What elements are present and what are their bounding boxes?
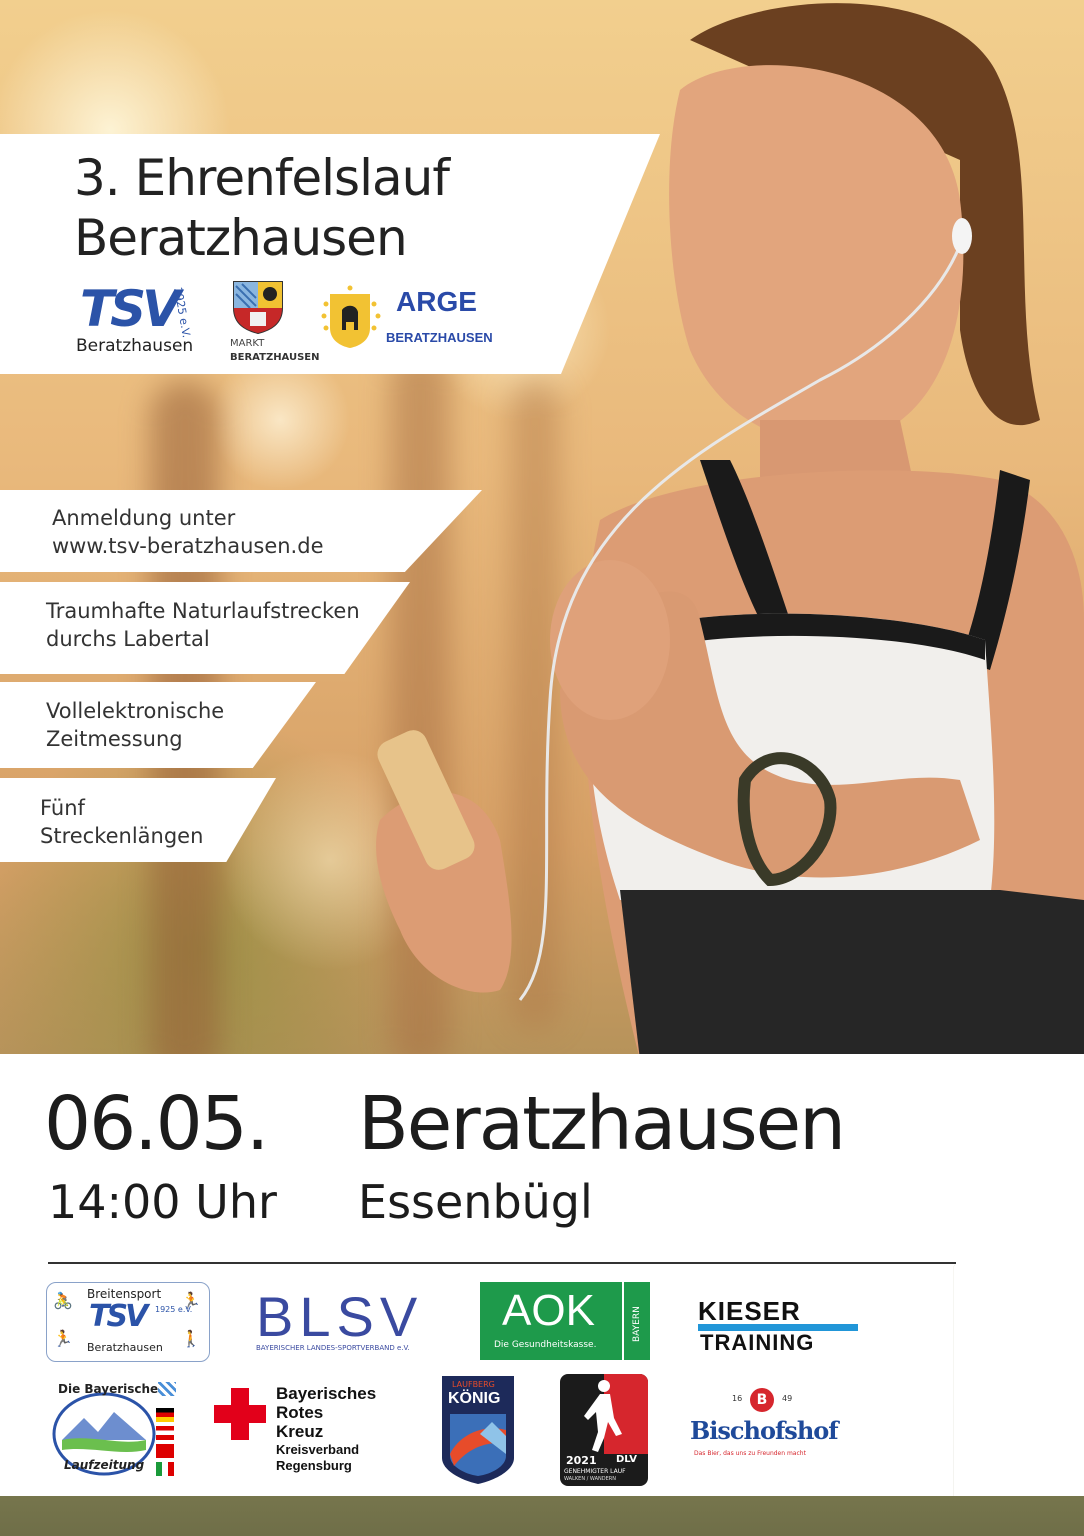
walker-icon: 🚶 — [181, 1329, 201, 1348]
laufberg-title: KÖNIG — [448, 1390, 501, 1407]
sponsor-brk: Bayerisches Rotes Kreuz Kreisverband Reg… — [214, 1384, 404, 1480]
sponsor-kieser: KIESER TRAINING — [698, 1296, 860, 1356]
sponsor-dlv: 2021 DLV GENEHMIGTER LAUF WALKEN / WANDE… — [560, 1374, 648, 1486]
sponsor-laufzeitung: Die Bayerische Laufzeitung — [50, 1380, 178, 1480]
feature-trails: Traumhafte Naturlaufstrecken durchs Labe… — [46, 597, 360, 653]
sponsor-laufberg: LAUFBERG KÖNIG — [440, 1374, 516, 1486]
event-title-line2: Beratzhausen — [74, 209, 408, 267]
dlv-sub1: GENEHMIGTER LAUF — [564, 1468, 626, 1475]
registration-link[interactable]: www.tsv-beratzhausen.de — [52, 534, 323, 558]
feature-distances: Fünf Streckenlängen — [40, 794, 203, 850]
feature-distances-line1: Fünf — [40, 796, 85, 820]
feature-timing-line2: Zeitmessung — [46, 727, 183, 751]
markt-logo-line1: MARKT — [230, 338, 265, 349]
bischofshof-year-left: 16 — [732, 1394, 743, 1403]
brk-line2: Rotes — [276, 1403, 324, 1422]
bischofshof-slogan: Das Bier, das uns zu Freunden macht — [694, 1450, 806, 1457]
coat-of-arms-icon — [233, 281, 283, 334]
sponsor-blsv: BLSV BAYERISCHER LANDES-SPORTVERBAND e.V… — [252, 1285, 442, 1360]
feature-timing-line1: Vollelektronische — [46, 699, 225, 723]
event-title: 3. Ehrenfelslauf Beratzhausen — [74, 148, 574, 268]
feature-registration-line1: Anmeldung unter — [52, 506, 236, 530]
event-time: 14:00 Uhr — [48, 1175, 277, 1229]
flag-italy-icon — [156, 1462, 174, 1476]
event-town: Beratzhausen — [358, 1081, 846, 1167]
blsv-sub: BAYERISCHER LANDES-SPORTVERBAND e.V. — [256, 1344, 410, 1352]
bear-shield-icon — [321, 285, 381, 348]
breitensport-letters: TSV — [89, 1299, 148, 1334]
dlv-year: 2021 — [566, 1454, 597, 1467]
aok-sub: Die Gesundheitskasse. — [494, 1340, 597, 1350]
aok-letters: AOK — [502, 1286, 595, 1335]
dlv-letters: DLV — [616, 1454, 638, 1465]
laufzeitung-line1: Die Bayerische — [58, 1382, 159, 1396]
tsv-logo-name: Beratzhausen — [76, 336, 194, 356]
runner-icon: 🏃 — [181, 1291, 201, 1310]
kieser-line1: KIESER — [698, 1296, 801, 1326]
runner-silhouette-icon — [584, 1380, 622, 1452]
aok-divider — [622, 1282, 624, 1360]
tsv-logo: TSV 1925 e.V. Beratzhausen — [76, 280, 212, 356]
red-cross-icon — [214, 1388, 266, 1440]
feature-trails-line2: durchs Labertal — [46, 627, 210, 651]
tsv-logo-letters: TSV — [80, 280, 181, 338]
dlv-sub2: WALKEN / WANDERN — [564, 1476, 616, 1482]
feature-timing: Vollelektronische Zeitmessung — [46, 697, 224, 753]
flag-switzerland-icon — [156, 1444, 174, 1458]
markt-logo-line2: BERATZHAUSEN — [230, 352, 320, 363]
flag-bavaria-icon — [158, 1382, 176, 1396]
runner-icon: 🏃 — [53, 1329, 73, 1348]
brk-line1: Bayerisches — [276, 1384, 377, 1403]
event-title-line1: 3. Ehrenfelslauf — [74, 149, 450, 207]
feature-registration: Anmeldung unter www.tsv-beratzhausen.de — [52, 504, 323, 560]
divider — [48, 1262, 956, 1264]
brk-line4: Kreisverband — [276, 1442, 360, 1457]
event-date: 06.05. — [44, 1081, 269, 1167]
bischofshof-name: Bischofshof — [690, 1416, 839, 1445]
feature-trails-line1: Traumhafte Naturlaufstrecken — [46, 599, 360, 623]
markt-logo: MARKT BERATZHAUSEN — [230, 278, 320, 368]
bischofshof-year-right: 49 — [782, 1394, 793, 1403]
kieser-line2: TRAINING — [700, 1330, 815, 1355]
event-location: Essenbügl — [358, 1175, 593, 1229]
sponsor-aok: AOK Die Gesundheitskasse. BAYERN — [480, 1282, 650, 1360]
brk-line3: Kreuz — [276, 1422, 324, 1441]
breitensport-name: Beratzhausen — [87, 1341, 163, 1354]
blsv-letters: BLSV — [256, 1285, 424, 1348]
laufzeitung-line2: Laufzeitung — [64, 1458, 145, 1472]
bischofshof-monogram-letter: B — [756, 1392, 768, 1408]
laufberg-top: LAUFBERG — [452, 1380, 495, 1389]
flag-austria-icon — [156, 1426, 174, 1440]
sponsor-breitensport: Breitensport TSV 1925 e.V. Beratzhausen … — [46, 1282, 210, 1362]
aok-side: BAYERN — [632, 1306, 642, 1342]
brk-line5: Regensburg — [276, 1458, 352, 1473]
sponsor-bischofshof: 16 49 B Bischofshof Das Bier, das uns zu… — [690, 1388, 840, 1478]
cyclist-icon: 🚴 — [53, 1291, 73, 1310]
arge-logo: ARGE BERATZHAUSEN — [320, 284, 500, 348]
arge-logo-title: ARGE — [396, 286, 477, 317]
arge-logo-sub: BERATZHAUSEN — [386, 330, 493, 345]
bischofshof-monogram: B — [750, 1388, 774, 1412]
feature-distances-line2: Streckenlängen — [40, 824, 204, 848]
flag-germany-icon — [156, 1408, 174, 1422]
